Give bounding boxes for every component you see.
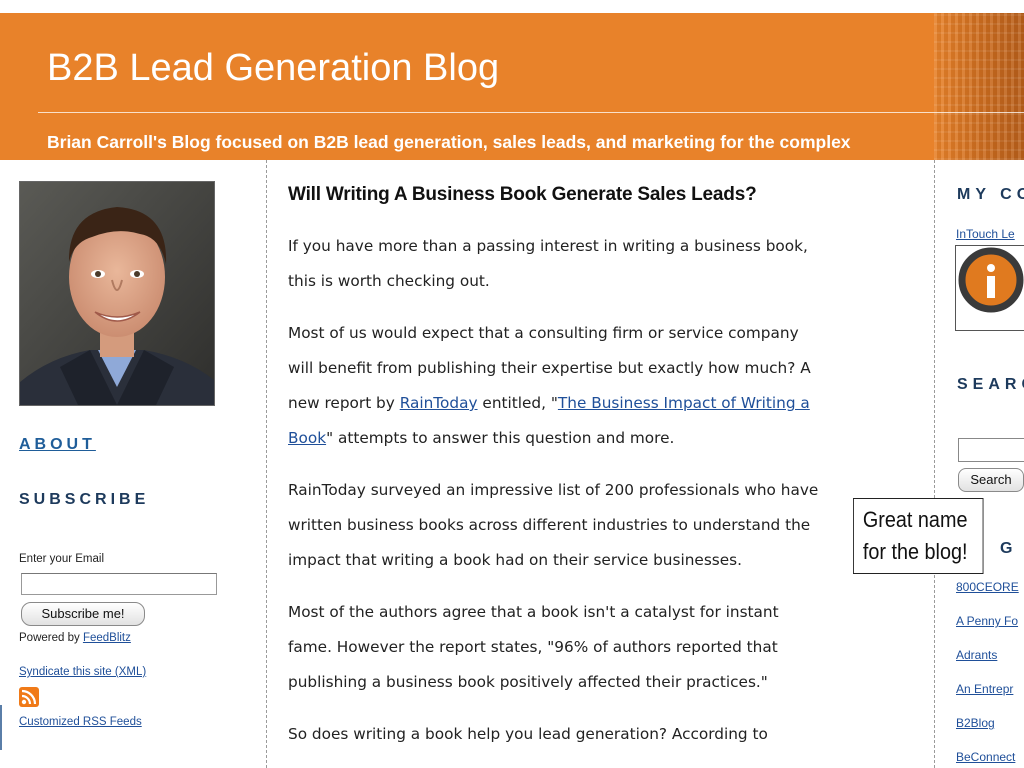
callout-line-2: for the blog! (862, 539, 968, 564)
post-line: fame. However the report states, "96% of… (288, 638, 778, 656)
report-link-continued[interactable]: Book (288, 429, 326, 447)
post-line: new report by RainToday entitled, "The B… (288, 386, 918, 421)
post-line: impact that writing a book had on their … (288, 551, 743, 569)
post-text: entitled, " (477, 394, 558, 412)
blogroll-link[interactable]: An Entrepr (956, 682, 1013, 696)
header-divider (38, 112, 1024, 113)
my-company-heading: MY CO (957, 186, 1024, 203)
post-line: written business books across different … (288, 516, 811, 534)
blogs-heading: G S (1000, 540, 1024, 557)
callout-line-1: Great name (862, 507, 968, 532)
blogroll-link[interactable]: Adrants (956, 648, 997, 662)
post-line: If you have more than a passing interest… (288, 237, 808, 255)
intouch-link[interactable]: InTouch Le (956, 227, 1015, 241)
author-photo (19, 181, 215, 406)
left-edge-marker (0, 705, 2, 750)
email-label: Enter your Email (19, 553, 105, 565)
search-button[interactable]: Search (958, 468, 1024, 492)
blogroll-link[interactable]: 800CEORE (956, 580, 1019, 594)
post-text: " attempts to answer this question and m… (326, 429, 675, 447)
post-line: Most of us would expect that a consultin… (288, 324, 799, 342)
post-paragraph-3: RainToday surveyed an impressive list of… (288, 473, 918, 578)
post-line: So does writing a book help you lead gen… (288, 725, 768, 743)
search-heading: SEARC (957, 376, 1024, 393)
post-paragraph-1: If you have more than a passing interest… (288, 229, 918, 299)
email-field[interactable] (21, 573, 217, 595)
syndicate-link[interactable]: Syndicate this site (XML) (19, 666, 146, 678)
right-column-divider (934, 160, 935, 768)
info-icon (958, 247, 1024, 313)
post-paragraph-5: So does writing a book help you lead gen… (288, 717, 918, 752)
blogroll-link[interactable]: B2Blog (956, 716, 995, 730)
post-line: Most of the authors agree that a book is… (288, 603, 779, 621)
post-line: Book" attempts to answer this question a… (288, 421, 918, 456)
powered-by: Powered by FeedBlitz (19, 632, 131, 644)
author-portrait-image (20, 182, 214, 405)
rss-icon[interactable] (19, 687, 39, 707)
post-line: RainToday surveyed an impressive list of… (288, 481, 819, 499)
post-line: publishing a business book positively af… (288, 673, 768, 691)
header-cityscape-image (934, 13, 1024, 160)
intouch-logo-box[interactable] (955, 245, 1024, 331)
subscribe-heading: SUBSCRIBE (19, 491, 150, 508)
powered-by-label: Powered by (19, 632, 83, 644)
blogroll-link[interactable]: A Penny Fo (956, 614, 1018, 628)
rss-glyph (21, 689, 37, 705)
post-paragraph-4: Most of the authors agree that a book is… (288, 595, 918, 700)
about-link[interactable]: ABOUT (19, 436, 96, 454)
raintoday-link[interactable]: RainToday (400, 394, 478, 412)
annotation-callout: Great name for the blog! (853, 498, 984, 574)
customized-rss-link[interactable]: Customized RSS Feeds (19, 716, 142, 728)
blogroll-link[interactable]: BeConnect (956, 750, 1015, 764)
left-column-divider (266, 160, 267, 768)
post-line: this is worth checking out. (288, 272, 490, 290)
post-paragraph-2: Most of us would expect that a consultin… (288, 316, 918, 456)
page: B2B Lead Generation Blog Brian Carroll's… (0, 0, 1024, 768)
report-link[interactable]: The Business Impact of Writing a (558, 394, 810, 412)
blog-header: B2B Lead Generation Blog Brian Carroll's… (0, 13, 1024, 160)
feedblitz-link[interactable]: FeedBlitz (83, 632, 131, 644)
blog-title[interactable]: B2B Lead Generation Blog (47, 47, 499, 90)
search-input[interactable] (958, 438, 1024, 462)
post-line: will benefit from publishing their exper… (288, 359, 811, 377)
blog-subtitle: Brian Carroll's Blog focused on B2B lead… (47, 132, 851, 152)
post-text: new report by (288, 394, 400, 412)
subscribe-button[interactable]: Subscribe me! (21, 602, 145, 626)
post-title[interactable]: Will Writing A Business Book Generate Sa… (288, 184, 757, 206)
